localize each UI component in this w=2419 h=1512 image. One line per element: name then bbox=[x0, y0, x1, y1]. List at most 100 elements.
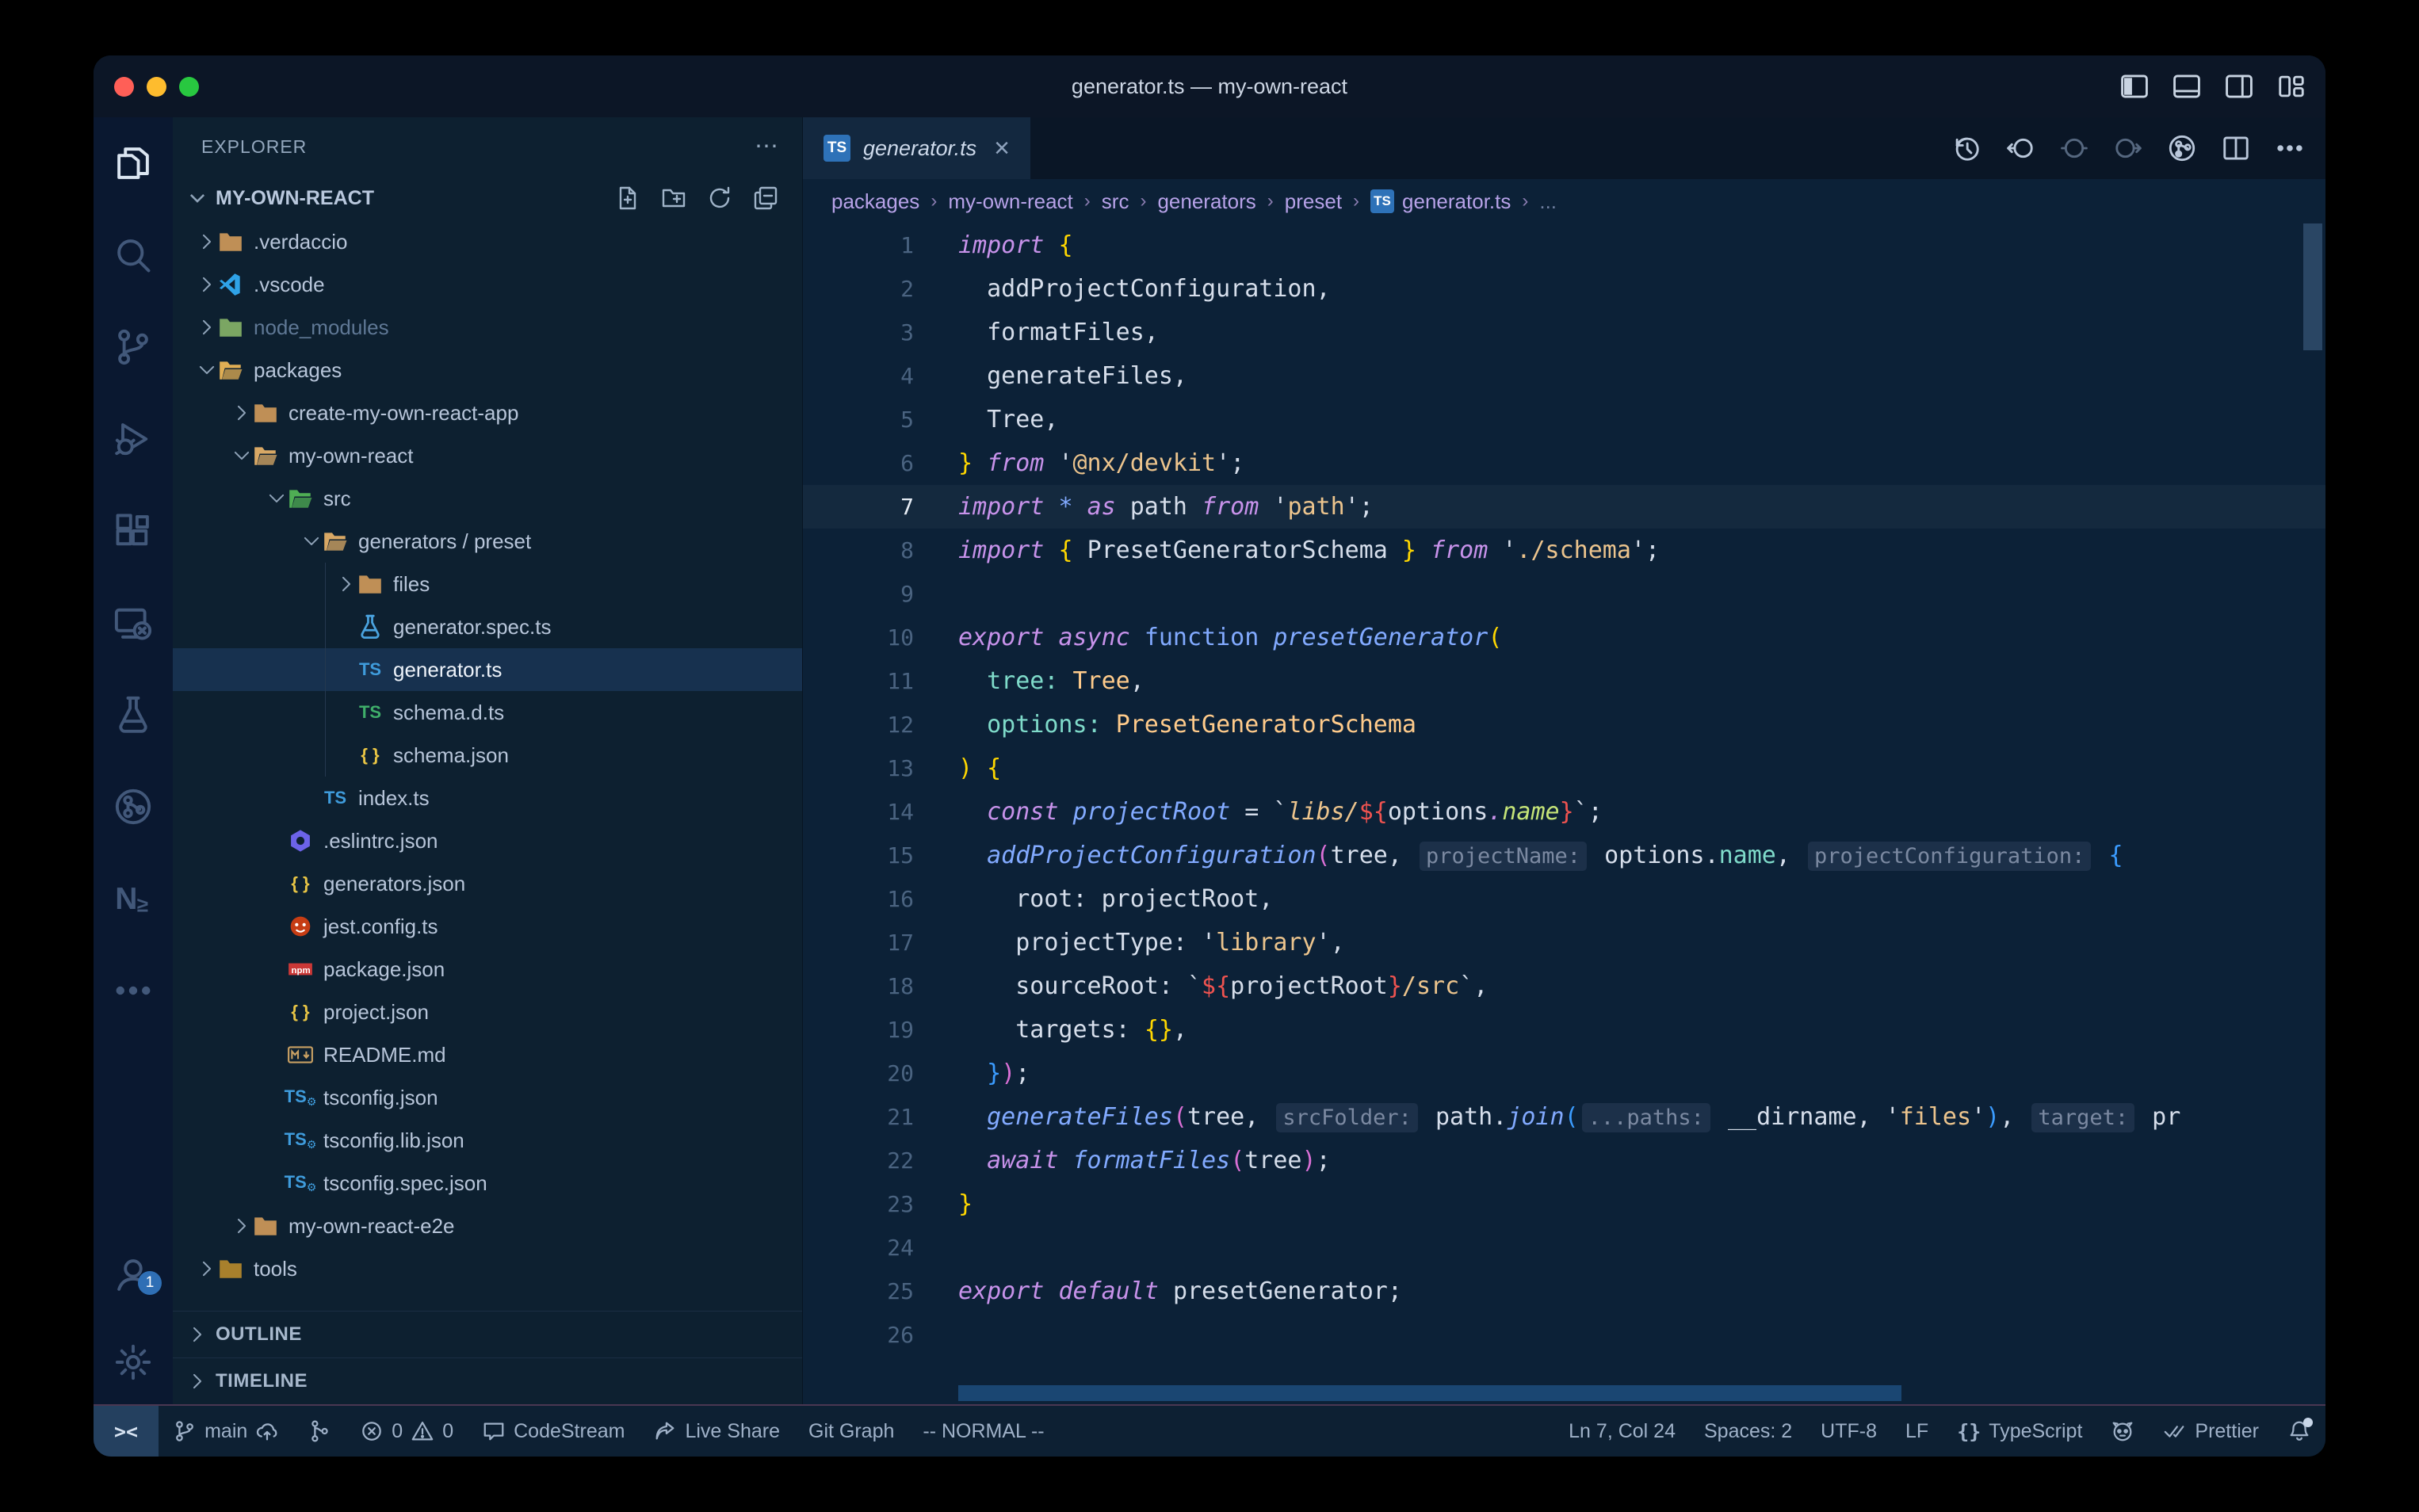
status-encoding[interactable]: UTF-8 bbox=[1806, 1406, 1891, 1457]
tree-item-tsconfig.spec.json[interactable]: TS⚙tsconfig.spec.json bbox=[173, 1162, 802, 1205]
workspace-section-header[interactable]: MY-OWN-REACT bbox=[173, 176, 802, 220]
customize-layout-icon[interactable] bbox=[2276, 71, 2306, 101]
status-git-merge[interactable] bbox=[293, 1406, 346, 1457]
tree-item-my-own-react[interactable]: my-own-react bbox=[173, 434, 802, 477]
tree-item-readme.md[interactable]: README.md bbox=[173, 1033, 802, 1076]
tree-item-files[interactable]: files bbox=[173, 563, 802, 605]
panel-outline[interactable]: OUTLINE bbox=[173, 1311, 802, 1357]
tree-item-.eslintrc.json[interactable]: .eslintrc.json bbox=[173, 819, 802, 862]
tree-item-.verdaccio[interactable]: .verdaccio bbox=[173, 220, 802, 263]
toggle-panel-icon[interactable] bbox=[2172, 71, 2202, 101]
toggle-primary-sidebar-icon[interactable] bbox=[2119, 71, 2150, 101]
code-line-26[interactable]: 26 bbox=[803, 1313, 2325, 1357]
tree-item-packages[interactable]: packages bbox=[173, 349, 802, 391]
toggle-secondary-sidebar-icon[interactable] bbox=[2224, 71, 2254, 101]
code-line-12[interactable]: 12 options: PresetGeneratorSchema bbox=[803, 703, 2325, 746]
status-prettier[interactable]: Prettier bbox=[2149, 1406, 2273, 1457]
tree-item-schema.json[interactable]: { }schema.json bbox=[173, 734, 802, 777]
navigate-previous-icon[interactable] bbox=[2059, 133, 2089, 163]
code-line-19[interactable]: 19 targets: {}, bbox=[803, 1008, 2325, 1052]
status-cursor-position[interactable]: Ln 7, Col 24 bbox=[1554, 1406, 1690, 1457]
tab-generator-ts[interactable]: TS generator.ts × bbox=[803, 117, 1030, 179]
navigate-forward-icon[interactable] bbox=[2113, 133, 2143, 163]
code-line-17[interactable]: 17 projectType: 'library', bbox=[803, 921, 2325, 964]
activity-extensions[interactable] bbox=[94, 485, 173, 577]
tree-item-tsconfig.lib.json[interactable]: TS⚙tsconfig.lib.json bbox=[173, 1119, 802, 1162]
code-line-6[interactable]: 6} from '@nx/devkit'; bbox=[803, 441, 2325, 485]
tree-item-node-modules[interactable]: node_modules bbox=[173, 306, 802, 349]
tree-item-create-my-own-react-app[interactable]: create-my-own-react-app bbox=[173, 391, 802, 434]
title-bar[interactable]: generator.ts — my-own-react bbox=[94, 55, 2325, 117]
new-folder-icon[interactable] bbox=[661, 185, 686, 211]
status-git-graph[interactable]: Git Graph bbox=[794, 1406, 908, 1457]
code-line-25[interactable]: 25export default presetGenerator; bbox=[803, 1270, 2325, 1313]
code-line-14[interactable]: 14 const projectRoot = `libs/${options.n… bbox=[803, 790, 2325, 834]
activity-run-debug[interactable] bbox=[94, 393, 173, 485]
activity-nx-console[interactable]: N≥ bbox=[94, 853, 173, 945]
code-line-8[interactable]: 8import { PresetGeneratorSchema } from '… bbox=[803, 529, 2325, 572]
tree-item-package.json[interactable]: npmpackage.json bbox=[173, 948, 802, 991]
tree-item-my-own-react-e2e[interactable]: my-own-react-e2e bbox=[173, 1205, 802, 1247]
activity-source-control[interactable] bbox=[94, 301, 173, 393]
code-editor[interactable]: 1import {2 addProjectConfiguration,3 for… bbox=[803, 223, 2325, 1404]
status-git-branch-main[interactable]: main bbox=[159, 1406, 293, 1457]
activity-more-views[interactable] bbox=[94, 945, 173, 1037]
status-language-mode[interactable]: {}TypeScript bbox=[1943, 1406, 2096, 1457]
tree-item-generator.spec.ts[interactable]: generator.spec.ts bbox=[173, 605, 802, 648]
code-line-16[interactable]: 16 root: projectRoot, bbox=[803, 877, 2325, 921]
git-actions-icon[interactable] bbox=[2167, 133, 2197, 163]
code-line-22[interactable]: 22 await formatFiles(tree); bbox=[803, 1139, 2325, 1182]
code-line-9[interactable]: 9 bbox=[803, 572, 2325, 616]
close-tab-icon[interactable]: × bbox=[994, 135, 1010, 162]
split-editor-icon[interactable] bbox=[2221, 133, 2251, 163]
code-line-11[interactable]: 11 tree: Tree, bbox=[803, 659, 2325, 703]
code-line-1[interactable]: 1import { bbox=[803, 223, 2325, 267]
collapse-all-icon[interactable] bbox=[753, 185, 778, 211]
code-line-5[interactable]: 5 Tree, bbox=[803, 398, 2325, 441]
breadcrumb-...[interactable]: ... bbox=[1539, 189, 1557, 214]
timeline-history-icon[interactable] bbox=[1951, 133, 1981, 163]
sidebar-more-actions-icon[interactable]: ⋯ bbox=[755, 143, 780, 151]
code-line-2[interactable]: 2 addProjectConfiguration, bbox=[803, 267, 2325, 311]
more-actions-icon[interactable] bbox=[2275, 133, 2305, 163]
status-github[interactable] bbox=[2096, 1406, 2149, 1457]
status-live-share[interactable]: Live Share bbox=[639, 1406, 794, 1457]
breadcrumb-preset[interactable]: preset› bbox=[1285, 189, 1370, 214]
code-line-21[interactable]: 21 generateFiles(tree, srcFolder: path.j… bbox=[803, 1095, 2325, 1139]
tree-item-generator.ts[interactable]: TSgenerator.ts bbox=[173, 648, 802, 691]
status-problems[interactable]: 00 bbox=[346, 1406, 468, 1457]
refresh-icon[interactable] bbox=[707, 185, 732, 211]
activity-settings[interactable] bbox=[94, 1334, 173, 1390]
status-eol[interactable]: LF bbox=[1891, 1406, 1943, 1457]
tree-item-generators.json[interactable]: { }generators.json bbox=[173, 862, 802, 905]
tree-item-schema.d.ts[interactable]: TSschema.d.ts bbox=[173, 691, 802, 734]
breadcrumb-packages[interactable]: packages› bbox=[831, 189, 948, 214]
panel-timeline[interactable]: TIMELINE bbox=[173, 1357, 802, 1404]
code-line-7[interactable]: 7import * as path from 'path'; bbox=[803, 485, 2325, 529]
code-line-15[interactable]: 15 addProjectConfiguration(tree, project… bbox=[803, 834, 2325, 877]
breadcrumb-generator.ts[interactable]: TSgenerator.ts› bbox=[1370, 189, 1539, 214]
activity-git-graph[interactable] bbox=[94, 761, 173, 853]
code-line-10[interactable]: 10export async function presetGenerator( bbox=[803, 616, 2325, 659]
tree-item-src[interactable]: src bbox=[173, 477, 802, 520]
code-line-4[interactable]: 4 generateFiles, bbox=[803, 354, 2325, 398]
code-line-3[interactable]: 3 formatFiles, bbox=[803, 311, 2325, 354]
activity-remote-explorer[interactable] bbox=[94, 577, 173, 669]
breadcrumb-my-own-react[interactable]: my-own-react› bbox=[948, 189, 1101, 214]
status-remote-indicator[interactable]: >< bbox=[94, 1406, 159, 1457]
tree-item-jest.config.ts[interactable]: jest.config.ts bbox=[173, 905, 802, 948]
activity-search[interactable] bbox=[94, 209, 173, 301]
code-line-13[interactable]: 13) { bbox=[803, 746, 2325, 790]
code-line-23[interactable]: 23} bbox=[803, 1182, 2325, 1226]
tree-item-project.json[interactable]: { }project.json bbox=[173, 991, 802, 1033]
code-line-24[interactable]: 24 bbox=[803, 1226, 2325, 1270]
status-notifications[interactable] bbox=[2273, 1406, 2325, 1457]
tree-item-tools[interactable]: tools bbox=[173, 1247, 802, 1290]
vertical-scrollbar[interactable] bbox=[2303, 223, 2322, 1404]
activity-testing[interactable] bbox=[94, 669, 173, 761]
code-line-20[interactable]: 20 }); bbox=[803, 1052, 2325, 1095]
breadcrumb-generators[interactable]: generators› bbox=[1157, 189, 1284, 214]
new-file-icon[interactable] bbox=[615, 185, 640, 211]
activity-accounts[interactable]: 1 bbox=[94, 1247, 173, 1303]
status-indentation[interactable]: Spaces: 2 bbox=[1690, 1406, 1806, 1457]
